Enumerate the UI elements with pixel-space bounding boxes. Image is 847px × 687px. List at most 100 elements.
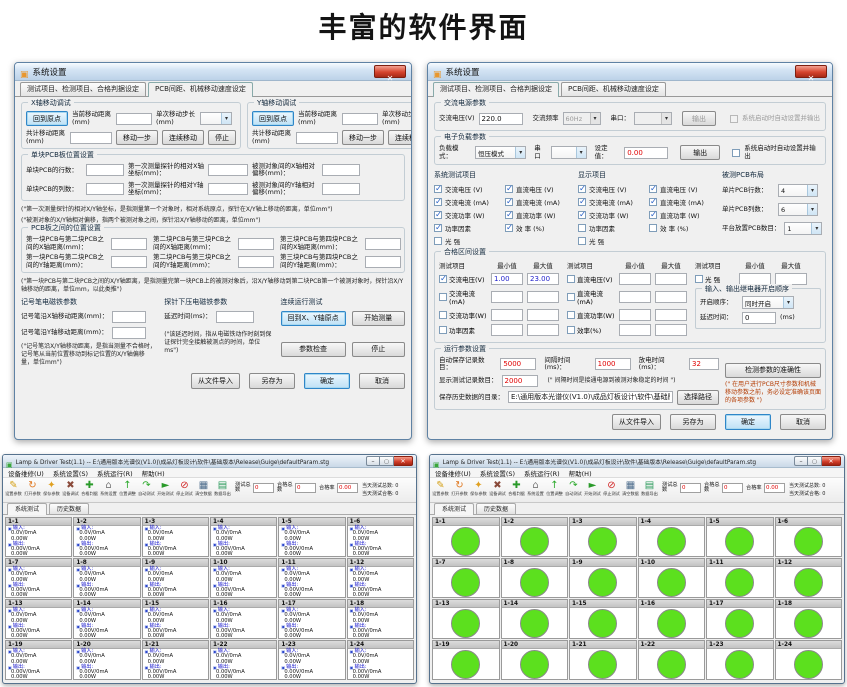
- pcb-gap-input[interactable]: [238, 238, 274, 250]
- import-file-button[interactable]: 从文件导入: [612, 414, 661, 430]
- checkbox[interactable]: [439, 293, 447, 301]
- checkbox[interactable]: [578, 198, 586, 206]
- window-titlebar[interactable]: Lamp & Driver Test(1.1) -- E:\通用版本光谱仪(V1…: [3, 455, 416, 468]
- export-data-icon[interactable]: ▤ 数据导出: [640, 480, 659, 497]
- range-max-input[interactable]: [527, 273, 559, 285]
- menu-settings[interactable]: 系统设置(S): [53, 468, 88, 478]
- display-item-check[interactable]: 交流功率 (W): [578, 210, 643, 220]
- tab-test-items[interactable]: 测试项目、检测项目、合格判据设定: [433, 82, 559, 97]
- checkbox[interactable]: [567, 275, 575, 283]
- clear-data-icon[interactable]: ▦ 清空数据: [621, 480, 640, 497]
- system-config-icon[interactable]: ⌂ 系统设置: [99, 480, 118, 497]
- ac-auto-checkbox[interactable]: [730, 115, 738, 123]
- range-min-input[interactable]: [619, 291, 651, 303]
- x-home-button[interactable]: 回到原点: [26, 111, 68, 126]
- range-max-input[interactable]: [527, 291, 559, 303]
- tab-test-items[interactable]: 测试项目、检测项目、合格判据设定: [20, 82, 146, 96]
- x-total-distance-input[interactable]: [70, 132, 112, 144]
- tab-history[interactable]: 历史数据: [49, 503, 89, 514]
- ac-freq-combo[interactable]: 60Hz: [563, 112, 601, 125]
- display-count-input[interactable]: [502, 375, 538, 387]
- pcb-gap-input[interactable]: [111, 238, 147, 250]
- pcb-rows-input[interactable]: [86, 164, 124, 176]
- start-test-icon[interactable]: ► 开始测试: [583, 480, 602, 497]
- close-icon[interactable]: [394, 456, 413, 466]
- save-as-button[interactable]: 另存为: [249, 373, 295, 389]
- history-dir-input[interactable]: [508, 391, 673, 403]
- menu-settings[interactable]: 系统设置(S): [480, 468, 515, 478]
- close-icon[interactable]: [795, 65, 827, 78]
- position-adjust-icon[interactable]: ↑ 位置调整: [545, 480, 564, 497]
- checkbox[interactable]: [439, 311, 447, 319]
- checkbox[interactable]: [578, 237, 586, 245]
- checkbox[interactable]: [505, 198, 513, 206]
- system-config-icon[interactable]: ⌂ 系统设置: [526, 480, 545, 497]
- checkbox[interactable]: [578, 185, 586, 193]
- auto-run-icon[interactable]: ↷ 自动测试: [564, 480, 583, 497]
- layout-count-combo[interactable]: 1: [784, 222, 822, 235]
- param-check-button[interactable]: 参数检查: [281, 342, 346, 357]
- display-item-check[interactable]: 光 强: [578, 236, 643, 246]
- test-item-check[interactable]: 直流电压 (V): [505, 184, 570, 194]
- range-max-input[interactable]: [527, 324, 559, 336]
- xy-home-button[interactable]: 回到X、Y轴原点: [281, 311, 346, 326]
- menu-run[interactable]: 系统运行(R): [97, 468, 133, 478]
- range-max-input[interactable]: [655, 273, 687, 285]
- checkbox[interactable]: [567, 293, 575, 301]
- interval-input[interactable]: [595, 358, 631, 370]
- range-min-input[interactable]: [491, 324, 523, 336]
- load-output-button[interactable]: 输出: [680, 145, 720, 160]
- ac-volt-input[interactable]: [479, 113, 523, 125]
- menu-run[interactable]: 系统运行(R): [524, 468, 560, 478]
- relay-delay-input[interactable]: [742, 312, 776, 324]
- menu-help[interactable]: 帮助(H): [569, 468, 592, 478]
- checkbox[interactable]: [434, 237, 442, 245]
- range-min-input[interactable]: [619, 273, 651, 285]
- x-stop-button[interactable]: 停止: [208, 130, 236, 145]
- minimize-icon[interactable]: [366, 456, 380, 466]
- checkbox[interactable]: [505, 185, 513, 193]
- test-item-check[interactable]: 功率因素: [434, 223, 499, 233]
- display-item-check[interactable]: 直流功率 (W): [649, 210, 714, 220]
- pcb-cols-input[interactable]: [86, 183, 124, 195]
- checkbox[interactable]: [695, 275, 703, 283]
- x-move-cont-button[interactable]: 连续移动: [162, 130, 204, 145]
- y-home-button[interactable]: 回到原点: [252, 111, 294, 126]
- edit-params-icon[interactable]: ✎ 设置参数: [431, 480, 450, 497]
- edit-params-icon[interactable]: ✎ 设置参数: [4, 480, 23, 497]
- layout-cols-combo[interactable]: 6: [778, 203, 818, 216]
- dialog-titlebar[interactable]: 系统设置: [428, 63, 832, 81]
- offset-y-input[interactable]: [322, 183, 360, 195]
- checkbox[interactable]: [567, 311, 575, 319]
- test-item-check[interactable]: 直流功率 (W): [505, 210, 570, 220]
- tab-history[interactable]: 历史数据: [476, 503, 516, 514]
- checkbox[interactable]: [434, 224, 442, 232]
- marker-y-input[interactable]: [112, 327, 146, 339]
- device-debug-icon[interactable]: ✖ 设备调试: [61, 480, 80, 497]
- display-item-check[interactable]: 效 率 (%): [649, 223, 714, 233]
- probe-x-input[interactable]: [208, 164, 248, 176]
- checkbox[interactable]: [567, 326, 575, 334]
- save-params-icon[interactable]: ✦ 保存参数: [469, 480, 488, 497]
- auto-run-icon[interactable]: ↷ 自动测试: [137, 480, 156, 497]
- stop-test-icon[interactable]: ⊘ 停止测试: [175, 480, 194, 497]
- x-step-combo[interactable]: [200, 112, 232, 125]
- maximize-icon[interactable]: [380, 456, 394, 466]
- range-max-input[interactable]: [655, 309, 687, 321]
- checkbox[interactable]: [505, 224, 513, 232]
- y-total-distance-input[interactable]: [296, 132, 338, 144]
- cancel-button[interactable]: 取消: [780, 414, 826, 430]
- pcb-gap-input[interactable]: [238, 256, 274, 268]
- verify-params-button[interactable]: 检测参数的准确性: [725, 363, 821, 378]
- start-test-icon[interactable]: ► 开始测试: [156, 480, 175, 497]
- maximize-icon[interactable]: [808, 456, 822, 466]
- choose-path-button[interactable]: 选择路径: [677, 390, 719, 405]
- menu-device[interactable]: 设备维修(U): [8, 468, 44, 478]
- pcb-gap-input[interactable]: [365, 238, 401, 250]
- checkbox[interactable]: [649, 211, 657, 219]
- checkbox[interactable]: [439, 326, 447, 334]
- display-item-check[interactable]: 直流电流 (mA): [649, 197, 714, 207]
- test-item-check[interactable]: 光 强: [434, 236, 499, 246]
- range-min-input[interactable]: [619, 324, 651, 336]
- pcb-gap-input[interactable]: [111, 256, 147, 268]
